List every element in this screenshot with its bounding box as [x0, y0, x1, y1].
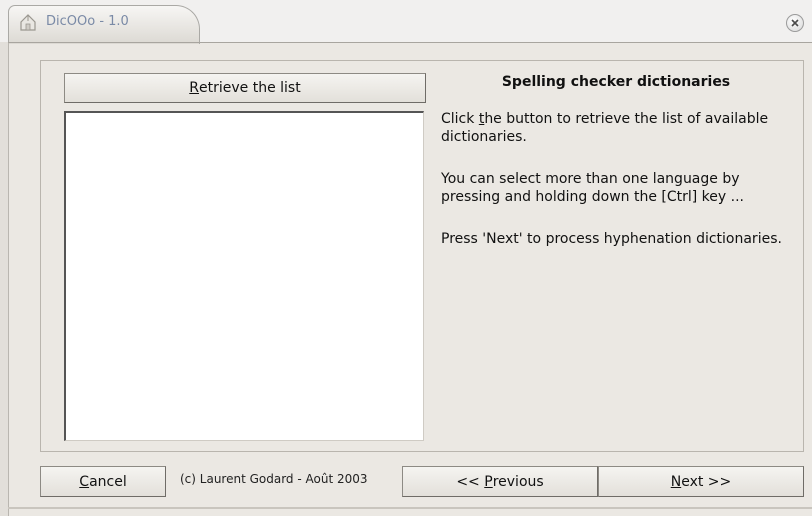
title-bar: DicOOo - 1.0 — [0, 0, 812, 44]
next-button[interactable]: Next >> — [598, 466, 804, 497]
cancel-mnemonic: C — [79, 473, 90, 490]
cancel-button[interactable]: Cancel — [40, 466, 166, 497]
instruction-next: Press 'Next' to process hyphenation dict… — [441, 231, 782, 247]
house-icon — [18, 12, 38, 32]
close-button[interactable] — [786, 14, 804, 32]
cancel-label-rest: ancel — [89, 473, 127, 490]
retrieve-label-rest: etrieve the list — [199, 80, 301, 96]
previous-mnemonic: P — [484, 473, 493, 490]
next-mnemonic: N — [670, 473, 682, 490]
window-title: DicOOo - 1.0 — [46, 14, 129, 29]
next-label-rest: ext >> — [681, 473, 732, 490]
copyright-label: (c) Laurent Godard - Août 2003 — [180, 472, 368, 486]
instruction-multiselect: You can select more than one language by… — [441, 171, 744, 205]
previous-label-rest: revious — [492, 473, 544, 490]
frame-top-line — [8, 42, 812, 43]
previous-button[interactable]: << Previous — [402, 466, 598, 497]
dialog-window: DicOOo - 1.0 Retrieve the list Spelling … — [0, 0, 812, 516]
instruction-retrieve-before: Click — [441, 111, 479, 127]
bottom-separator — [8, 507, 812, 509]
close-icon — [791, 19, 799, 27]
instruction-retrieve: Click the button to retrieve the list of… — [441, 110, 801, 146]
instruction-retrieve-after: he button to retrieve the list of availa… — [441, 111, 769, 145]
window-left-border — [0, 42, 9, 516]
previous-prefix: << — [456, 473, 485, 490]
retrieve-list-button[interactable]: Retrieve the list — [64, 73, 426, 103]
dictionary-listbox[interactable] — [64, 111, 424, 441]
section-heading: Spelling checker dictionaries — [501, 74, 731, 90]
retrieve-mnemonic: R — [189, 80, 200, 96]
